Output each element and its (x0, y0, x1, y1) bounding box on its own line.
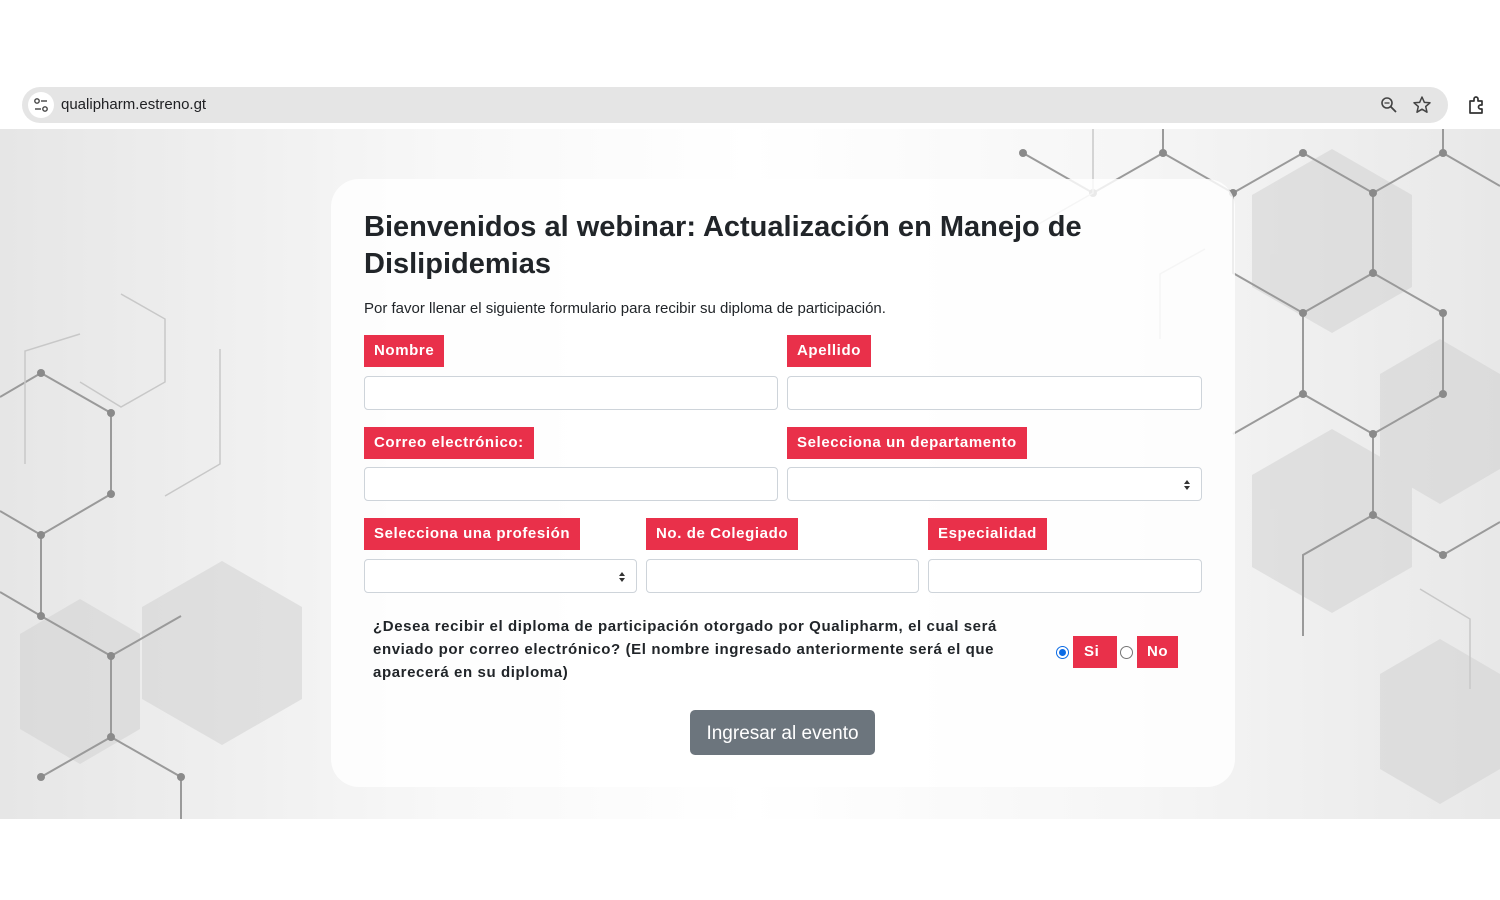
submit-button[interactable]: Ingresar al evento (690, 710, 875, 755)
diploma-question: ¿Desea recibir el diploma de participaci… (373, 618, 997, 681)
select-arrows-icon (1183, 478, 1191, 496)
bookmark-star-icon[interactable] (1412, 95, 1432, 120)
radio-si[interactable] (1056, 646, 1069, 659)
page-title: Bienvenidos al webinar: Actualización en… (364, 211, 1082, 280)
especialidad-input[interactable] (928, 559, 1202, 593)
profesion-label: Selecciona una profesión (364, 518, 581, 550)
zoom-icon[interactable] (1380, 96, 1398, 119)
apellido-label: Apellido (787, 335, 871, 367)
departamento-label: Selecciona un departamento (787, 427, 1027, 459)
colegiado-label: No. de Colegiado (646, 518, 799, 550)
correo-label: Correo electrónico: (364, 427, 534, 459)
especialidad-label: Especialidad (928, 518, 1047, 550)
email-input[interactable] (364, 467, 778, 501)
profesion-select[interactable] (364, 559, 637, 593)
nombre-label: Nombre (364, 335, 445, 367)
colegiado-input[interactable] (646, 559, 919, 593)
select-arrows-icon (618, 570, 626, 588)
site-info-icon[interactable] (28, 92, 54, 118)
extensions-icon[interactable] (1466, 94, 1488, 121)
address-bar[interactable]: qualipharm.estreno.gt (22, 87, 1448, 123)
page-subtitle: Por favor llenar el siguiente formulario… (364, 300, 886, 317)
nombre-input[interactable] (364, 376, 778, 410)
radio-no-label[interactable]: No (1137, 636, 1179, 668)
url-text[interactable]: qualipharm.estreno.gt (61, 96, 206, 113)
apellido-input[interactable] (787, 376, 1202, 410)
radio-si-label[interactable]: Si (1073, 636, 1118, 668)
radio-no[interactable] (1120, 646, 1133, 659)
departamento-select[interactable] (787, 467, 1202, 501)
